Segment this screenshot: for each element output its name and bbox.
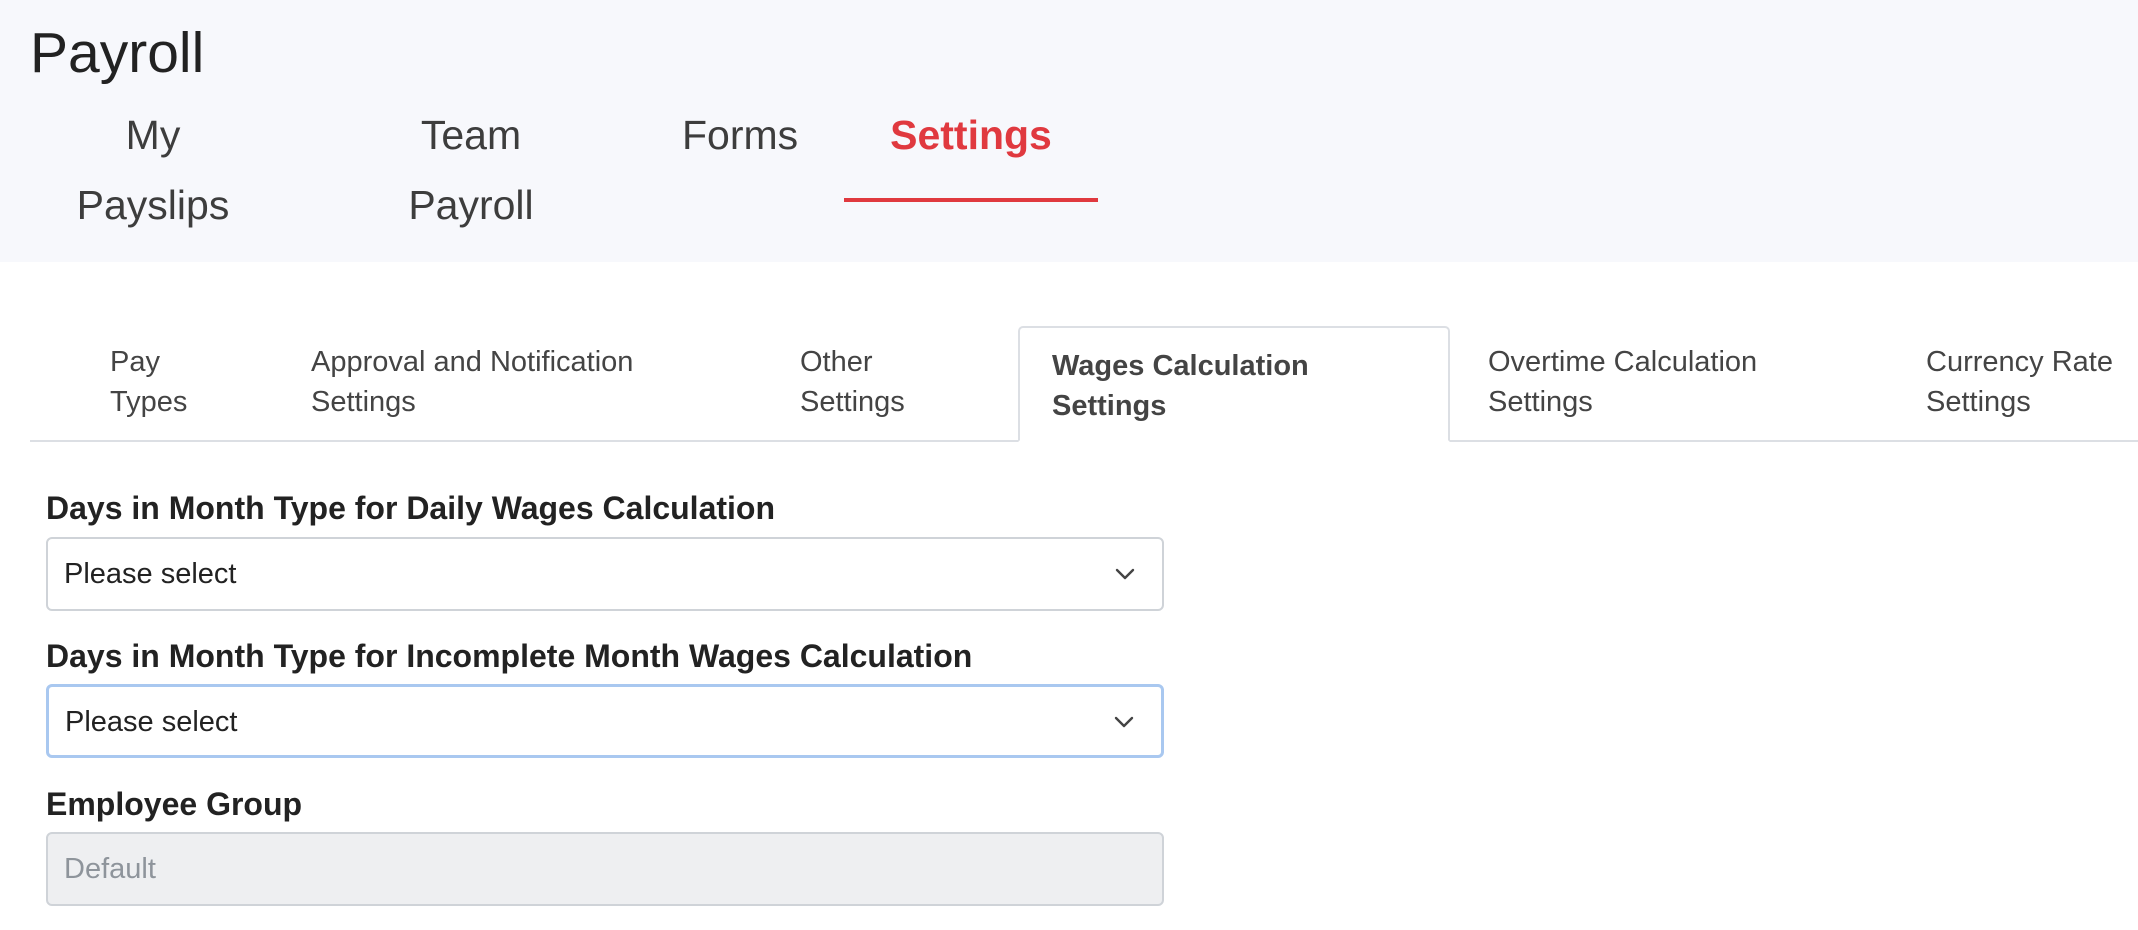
- subtab-label-line2: Settings: [800, 386, 905, 418]
- subtab-label-line1: Pay: [110, 346, 160, 378]
- subtab-label-line2: Settings: [1926, 386, 2031, 418]
- select-value: Please select: [65, 706, 238, 738]
- tab-settings[interactable]: Settings: [844, 100, 1098, 202]
- subtab-other-settings[interactable]: Other Settings: [800, 326, 950, 440]
- employee-group-label: Employee Group: [46, 786, 303, 822]
- subtab-label-line2: Settings: [1052, 390, 1167, 422]
- subtab-label-line2: Settings: [311, 386, 416, 418]
- subtab-label-line1: Currency Rate: [1926, 346, 2113, 378]
- subtab-label-line1: Approval and Notification: [311, 346, 634, 378]
- subtab-wages-calculation-settings[interactable]: Wages Calculation Settings: [1018, 326, 1450, 442]
- page-title: Payroll: [30, 21, 205, 85]
- incomplete-month-days-type-label: Days in Month Type for Incomplete Month …: [46, 638, 973, 674]
- tab-my-payslips[interactable]: My Payslips: [46, 100, 260, 228]
- main-nav: My Payslips Team Payroll Forms Settings: [0, 100, 1200, 228]
- incomplete-month-days-type-select[interactable]: Please select: [46, 684, 1164, 758]
- subtab-label-line1: Other: [800, 346, 873, 378]
- subtab-label-line1: Wages Calculation: [1052, 350, 1309, 382]
- subtab-currency-rate-settings[interactable]: Currency Rate Settings: [1926, 326, 2138, 440]
- daily-wages-days-type-select[interactable]: Please select: [46, 537, 1164, 611]
- page-header: Payroll My Payslips Team Payroll Forms S…: [0, 0, 2138, 262]
- subtab-label-line1: Overtime Calculation: [1488, 346, 1758, 378]
- tab-team-payroll[interactable]: Team Payroll: [354, 100, 588, 228]
- daily-wages-days-type-label: Days in Month Type for Daily Wages Calcu…: [46, 490, 775, 526]
- employee-group-field: Default: [46, 832, 1164, 906]
- select-value: Please select: [64, 558, 237, 590]
- subtab-label-line2: Settings: [1488, 386, 1593, 418]
- chevron-down-icon: [1114, 716, 1134, 728]
- employee-group-value: Default: [64, 853, 156, 885]
- settings-sub-tabs: Pay Types Approval and Notification Sett…: [30, 326, 2138, 442]
- chevron-down-icon: [1115, 568, 1135, 580]
- subtab-pay-types[interactable]: Pay Types: [110, 326, 220, 440]
- subtab-label-line2: Types: [110, 386, 188, 418]
- subtab-approval-notification-settings[interactable]: Approval and Notification Settings: [311, 326, 711, 440]
- tab-forms[interactable]: Forms: [682, 100, 798, 198]
- subtab-overtime-calculation-settings[interactable]: Overtime Calculation Settings: [1488, 326, 1818, 440]
